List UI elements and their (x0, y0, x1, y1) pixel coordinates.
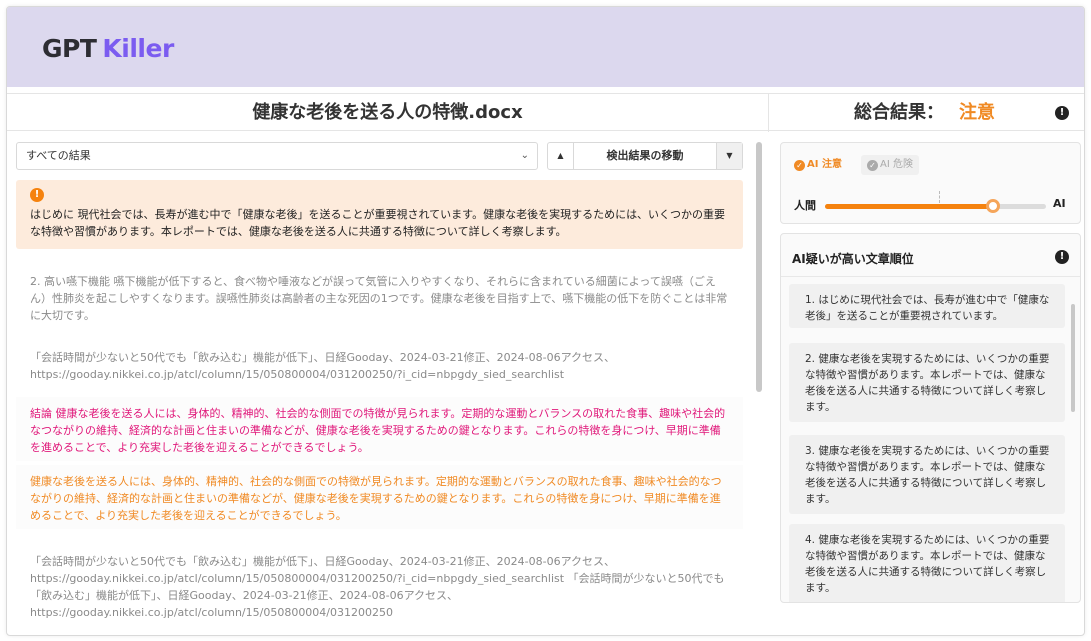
detection-navigation-label: 検出結果の移動 (606, 149, 684, 162)
document-scrollbar[interactable] (756, 142, 762, 392)
ranking-item[interactable]: 1. はじめに現代社会では、長寿が進む中で「健康な老後」を送ることが重要視されて… (789, 284, 1065, 328)
paragraph-human[interactable]: 2. 高い嚥下機能 嚥下機能が低下すると、食べ物や唾液などが誤って気管に入りやす… (16, 265, 743, 323)
check-circle-icon: ✓ (794, 160, 805, 171)
document-title: 健康な老後を送る人の特徴.docx (7, 94, 769, 132)
paragraph-warning[interactable]: ! はじめに 現代社会では、長寿が進む中で「健康な老後」を送ることが重要視されて… (16, 180, 743, 249)
divider (781, 276, 1080, 277)
paragraph-text: はじめに 現代社会では、長寿が進む中で「健康な老後」を送ることが重要視されていま… (30, 208, 726, 238)
top-bar: GPT Killer (7, 7, 1084, 87)
detection-navigation: ▲ 検出結果の移動 ▼ (547, 142, 743, 170)
paragraph-text: 健康な老後を送る人には、身体的、精神的、社会的な側面での特徴が見られます。定期的… (30, 475, 722, 522)
ranking-scrollbar[interactable] (1071, 304, 1075, 412)
legend-ai-danger[interactable]: ✓ AI 危険 (861, 155, 919, 175)
gauge-label-human: 人間 (794, 199, 816, 212)
logo[interactable]: GPT Killer (42, 33, 174, 63)
gauge-threshold-marker (939, 191, 940, 203)
ai-gauge-fill (825, 204, 993, 209)
logo-text-gpt: GPT (42, 33, 97, 63)
logo-text-killer: Killer (102, 33, 174, 63)
overall-result-label: 総合結果： (854, 102, 944, 123)
gauge-label-ai: AI (1053, 197, 1066, 210)
paragraph-text: 結論 健康な老後を送る人には、身体的、精神的、社会的な側面での特徴が見られます。… (30, 407, 726, 454)
chevron-down-icon: ⌄ (520, 150, 529, 161)
ranking-item[interactable]: 4. 健康な老後を実現するためには、いくつかの重要な特徴や習慣があります。本レポ… (789, 524, 1065, 602)
overall-result-value: 注意 (959, 102, 995, 123)
ranking-item[interactable]: 2. 健康な老後を実現するためには、いくつかの重要な特徴や習慣があります。本レポ… (789, 343, 1065, 422)
ai-gauge-knob (985, 199, 1000, 213)
ai-ranking-panel: AI疑いが高い文章順位 ! 1. はじめに現代社会では、長寿が進む中で「健康な老… (780, 233, 1081, 603)
result-filter-select[interactable]: すべての結果 ⌄ (16, 142, 538, 170)
paragraph-human[interactable]: 「会話時間が少ないと50代でも「飲み込む」機能が低下」、日経Gooday、202… (16, 341, 743, 383)
next-result-button[interactable]: ▼ (716, 143, 742, 169)
ai-ranking-title: AI疑いが高い文章順位 (792, 252, 914, 266)
paragraph-caution[interactable]: 健康な老後を送る人には、身体的、精神的、社会的な側面での特徴が見られます。定期的… (16, 465, 743, 529)
legend-ai-caution-label: AI 注意 (807, 159, 842, 170)
info-icon[interactable]: ! (1055, 106, 1069, 120)
previous-result-button[interactable]: ▲ (548, 143, 574, 169)
warning-icon: ! (30, 188, 44, 202)
info-icon[interactable]: ! (1055, 250, 1069, 264)
ai-gauge-card: ✓ AI 注意 ✓ AI 危険 人間 AI (780, 142, 1081, 224)
check-circle-icon: ✓ (867, 160, 878, 171)
paragraph-danger[interactable]: 結論 健康な老後を送る人には、身体的、精神的、社会的な側面での特徴が見られます。… (16, 397, 743, 461)
paragraph-text: 2. 高い嚥下機能 嚥下機能が低下すると、食べ物や唾液などが誤って気管に入りやす… (30, 275, 728, 322)
ai-gauge-track (825, 199, 1046, 213)
ranking-item[interactable]: 3. 健康な老後を実現するためには、いくつかの重要な特徴や習慣があります。本レポ… (789, 435, 1065, 514)
paragraph-human[interactable]: 「会話時間が少ないと50代でも「飲み込む」機能が低下」、日経Gooday、202… (16, 545, 743, 619)
legend-ai-danger-label: AI 危険 (880, 159, 913, 170)
overall-result: 総合結果： 注意 ! (769, 94, 1084, 132)
app-window: GPT Killer 健康な老後を送る人の特徴.docx 総合結果： 注意 ! … (6, 6, 1085, 636)
title-bar: 健康な老後を送る人の特徴.docx 総合結果： 注意 ! (7, 93, 1084, 132)
result-filter-value: すべての結果 (26, 149, 91, 162)
paragraph-text: 「会話時間が少ないと50代でも「飲み込む」機能が低下」、日経Gooday、202… (30, 351, 616, 381)
paragraph-text: 「会話時間が少ないと50代でも「飲み込む」機能が低下」、日経Gooday、202… (30, 555, 725, 619)
legend-ai-caution[interactable]: ✓ AI 注意 (791, 155, 845, 175)
